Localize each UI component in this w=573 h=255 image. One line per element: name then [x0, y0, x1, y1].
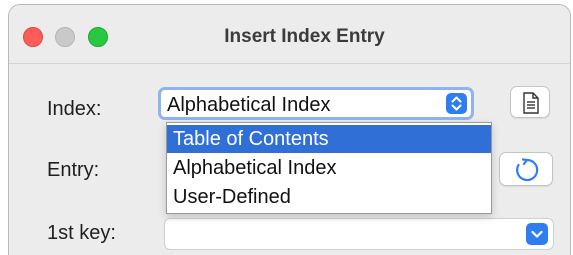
dropdown-option-user-defined[interactable]: User-Defined: [167, 183, 491, 211]
chevron-down-icon[interactable]: [526, 223, 548, 245]
dropdown-option-alphabetical-index[interactable]: Alphabetical Index: [167, 154, 491, 182]
dropdown-option-table-of-contents[interactable]: Table of Contents: [167, 125, 491, 153]
index-label: Index:: [47, 98, 102, 120]
index-popup-value: Alphabetical Index: [167, 94, 331, 116]
index-popup-button[interactable]: Alphabetical Index: [158, 87, 474, 120]
chevron-updown-icon: [446, 93, 467, 114]
first-key-label: 1st key:: [47, 222, 116, 244]
entry-update-button[interactable]: [499, 152, 553, 186]
index-dropdown-menu: Table of Contents Alphabetical Index Use…: [166, 122, 492, 214]
first-key-combobox[interactable]: [164, 218, 554, 250]
entry-label: Entry:: [47, 159, 100, 181]
index-document-button[interactable]: [510, 86, 550, 118]
window-title: Insert Index Entry: [224, 26, 385, 47]
title-bar: Insert Index Entry: [9, 5, 570, 64]
